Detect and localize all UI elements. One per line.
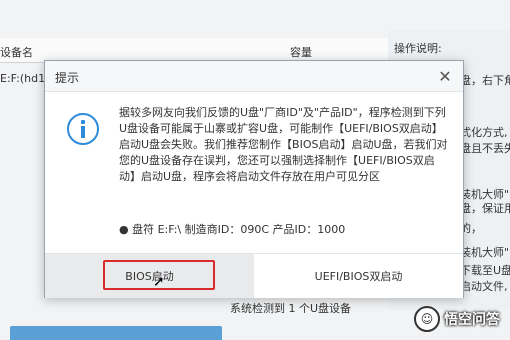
instructions-line: 式化方式, <box>460 126 508 139</box>
dialog-title: 提示 <box>55 71 80 85</box>
mouse-pointer-icon: ➚ <box>153 274 165 290</box>
instructions-line: 启动文件, <box>460 280 508 293</box>
notice-dialog: 提示 ✕ 据较多网友向我们反馈的U盘"厂商ID"及"产品ID"，程序检测到下列U… <box>44 60 464 298</box>
instructions-line: 下载至U盘 <box>460 264 510 277</box>
uefi-bios-dual-boot-button[interactable]: UEFI/BIOS双启动 <box>254 254 463 298</box>
instructions-title: 操作说明: <box>394 42 442 55</box>
instructions-line: 盘，右下角 <box>460 74 510 87</box>
close-icon[interactable]: ✕ <box>435 66 455 86</box>
watermark-text: 悟空问答 <box>444 312 500 328</box>
column-capacity: 容量 <box>290 46 312 59</box>
uefi-bios-dual-boot-label: UEFI/BIOS双启动 <box>314 270 403 283</box>
watermark: ☺ 悟空问答 <box>414 306 500 332</box>
dialog-button-bar: BIOS启动 ➚ UEFI/BIOS双启动 <box>45 253 463 298</box>
bios-boot-button[interactable]: BIOS启动 ➚ <box>45 254 254 298</box>
device-info: ● 盘符 E:F:\ 制造商ID：090C 产品ID：1000 <box>119 223 346 236</box>
instructions-line: 装机大师" <box>460 246 510 259</box>
status-text: 系统检测到 1 个U盘设备 <box>230 302 352 315</box>
instructions-line: 盘，保证用 <box>460 202 510 215</box>
instructions-line: 盘且不丢失 <box>460 142 510 155</box>
info-icon <box>67 113 99 145</box>
dialog-titlebar: 提示 ✕ <box>45 61 463 92</box>
column-device-name: 设备名 <box>0 46 33 59</box>
wukong-logo-icon: ☺ <box>414 306 440 332</box>
start-button[interactable] <box>10 326 222 340</box>
dialog-message: 据较多网友向我们反馈的U盘"厂商ID"及"产品ID"，程序检测到下列U盘设备可能… <box>119 106 448 183</box>
